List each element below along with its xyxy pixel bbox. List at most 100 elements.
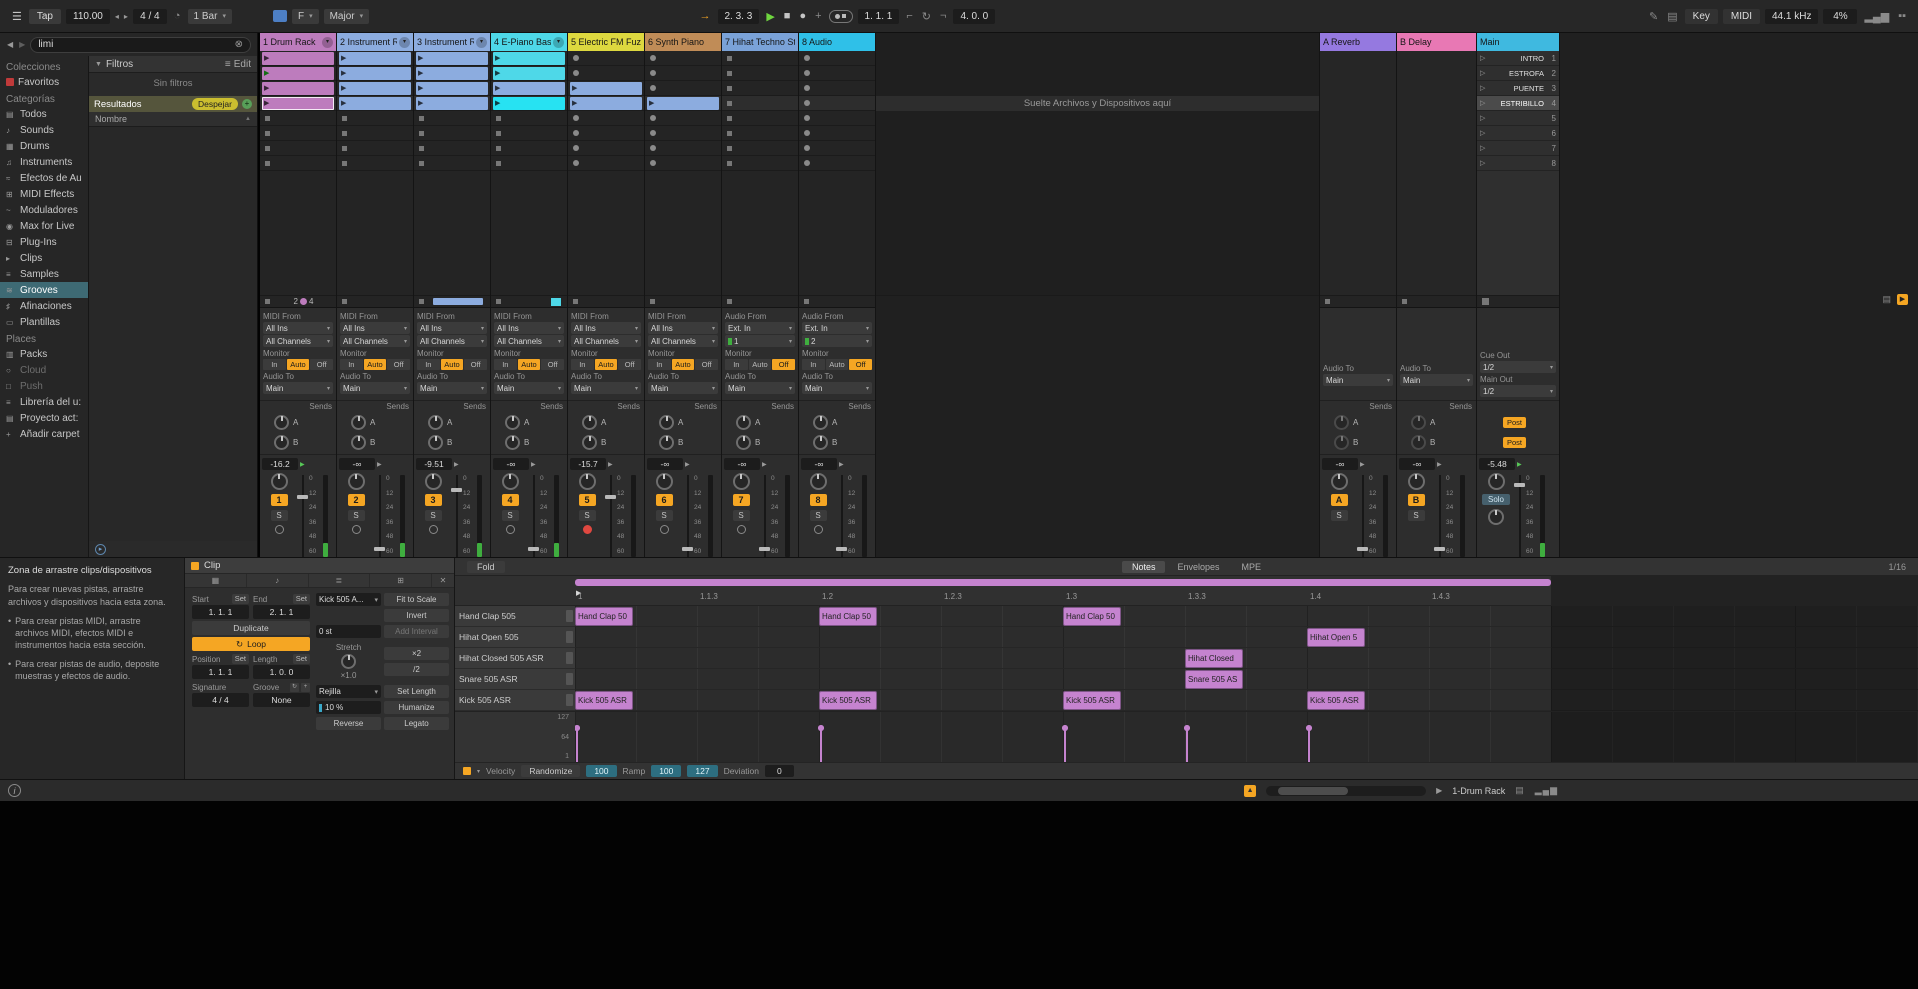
solo-button[interactable]: S	[810, 510, 827, 521]
volume-fader[interactable]	[1356, 473, 1369, 557]
name-column-header[interactable]: Nombre ▲	[89, 112, 257, 127]
clip-stop-button[interactable]	[419, 299, 424, 304]
humanize-button[interactable]: Humanize	[384, 701, 449, 714]
volume-display[interactable]: -∞	[1322, 458, 1358, 470]
monitor-off-button[interactable]: Off	[618, 359, 641, 370]
clip-slot[interactable]: ▶	[568, 81, 644, 96]
volume-fader[interactable]	[450, 473, 463, 557]
clip-slot[interactable]	[568, 126, 644, 141]
solo-button[interactable]: S	[502, 510, 519, 521]
monitor-in-button[interactable]: In	[571, 359, 594, 370]
arm-button[interactable]	[429, 525, 438, 534]
tab-notes[interactable]: Notes	[1122, 561, 1166, 573]
clip-slot[interactable]	[491, 141, 567, 156]
clip-launch-icon[interactable]: ▶	[495, 100, 500, 107]
io-channel-select[interactable]: All Channels▾	[648, 335, 718, 347]
monitor-in-button[interactable]: In	[417, 359, 440, 370]
io-output-select[interactable]: Main▾	[494, 382, 564, 394]
io-output-select[interactable]: Main▾	[802, 382, 872, 394]
ruler-timeline[interactable]: ▶ 11.1.31.21.2.31.31.3.31.41.4.3	[575, 576, 1918, 605]
clear-search-icon[interactable]: ⊗	[235, 39, 243, 50]
send-knob-b[interactable]	[736, 435, 751, 450]
midi-note[interactable]: Hihat Closed	[1185, 649, 1243, 668]
pan-knob[interactable]	[425, 473, 442, 490]
volume-display[interactable]: -9.51	[416, 458, 452, 470]
quantize-menu[interactable]: 1 Bar ▾	[188, 9, 232, 24]
scene-launch-icon[interactable]: ▷	[1480, 144, 1485, 152]
fader-handle[interactable]	[1357, 547, 1368, 551]
midi-note[interactable]: Snare 505 AS	[1185, 670, 1243, 689]
midi-note[interactable]: Kick 505 ASR	[575, 691, 633, 710]
midi-note[interactable]: Hand Clap 50	[1063, 607, 1121, 626]
scale-root-select[interactable]: F ▾	[292, 9, 319, 24]
monitor-auto-button[interactable]: Auto	[441, 359, 464, 370]
follow-icon[interactable]: →	[698, 10, 713, 22]
track-chevron-icon[interactable]: ▾	[476, 37, 487, 48]
fader-handle[interactable]	[374, 547, 385, 551]
send-knob-a[interactable]	[428, 415, 443, 430]
io-input-select[interactable]: All Ins▾	[494, 322, 564, 334]
slot-record-button[interactable]	[573, 70, 579, 76]
volume-fader[interactable]	[835, 473, 848, 557]
monitor-off-button[interactable]: Off	[464, 359, 487, 370]
io-input-select[interactable]: All Ins▾	[648, 322, 718, 334]
arrangement-position-display[interactable]: 2. 3. 3	[718, 9, 760, 24]
slot-record-button[interactable]	[804, 70, 810, 76]
slot-stop-button[interactable]	[265, 116, 270, 121]
io-output-select[interactable]: Main▾	[648, 382, 718, 394]
pan-knob[interactable]	[1331, 473, 1348, 490]
monitor-in-button[interactable]: In	[648, 359, 671, 370]
clip-slot[interactable]	[645, 51, 721, 66]
time-signature-display[interactable]: 4 / 4	[133, 9, 167, 24]
track-header[interactable]: 8 Audio	[799, 33, 875, 51]
clip-slot[interactable]	[645, 126, 721, 141]
pitch-select[interactable]: Kick 505 A...▾	[316, 593, 381, 606]
session-clip[interactable]: ▶	[493, 52, 565, 65]
slot-stop-button[interactable]	[727, 116, 732, 121]
clip-launch-icon[interactable]: ▶	[341, 100, 346, 107]
drum-row-label[interactable]: Hand Clap 505	[455, 606, 575, 627]
clip-slot[interactable]: ▶	[491, 96, 567, 111]
drop-zone[interactable]: Suelte Archivos y Dispositivos aquí	[876, 33, 1320, 557]
pan-knob[interactable]	[348, 473, 365, 490]
io-channel-select[interactable]: All Channels▾	[417, 335, 487, 347]
send-knob-b[interactable]	[813, 435, 828, 450]
sort-icon[interactable]: ▲	[245, 116, 251, 122]
clip-slot[interactable]	[568, 51, 644, 66]
velocity-stem[interactable]	[820, 729, 822, 762]
place-item[interactable]: ≡Librería del u:	[0, 394, 88, 410]
results-row[interactable]: Resultados Despejar +	[89, 96, 257, 112]
clip-start-field[interactable]: 1. 1. 1	[192, 605, 249, 619]
arm-button[interactable]	[737, 525, 746, 534]
clip-launch-icon[interactable]: ▶	[572, 85, 577, 92]
category-item[interactable]: ≡Samples	[0, 266, 88, 282]
clip-launch-icon[interactable]: ▶	[572, 100, 577, 107]
slot-record-button[interactable]	[650, 55, 656, 61]
clip-slot[interactable]	[568, 66, 644, 81]
clip-stop-button[interactable]	[1325, 299, 1330, 304]
main-track-header[interactable]: Main	[1477, 33, 1559, 51]
track-chevron-icon[interactable]: ▾	[399, 37, 410, 48]
slot-stop-button[interactable]	[419, 161, 424, 166]
clip-launch-icon[interactable]: ▶	[264, 100, 269, 107]
volume-display[interactable]: -∞	[724, 458, 760, 470]
volume-display[interactable]: -∞	[1399, 458, 1435, 470]
clip-slot[interactable]	[337, 141, 413, 156]
slot-record-button[interactable]	[804, 55, 810, 61]
monitor-auto-button[interactable]: Auto	[672, 359, 695, 370]
solo-button[interactable]: S	[1408, 510, 1425, 521]
category-item[interactable]: ▤Todos	[0, 106, 88, 122]
send-knob-a[interactable]	[505, 415, 520, 430]
slot-stop-button[interactable]	[265, 161, 270, 166]
slot-record-button[interactable]	[804, 115, 810, 121]
volume-fader[interactable]	[681, 473, 694, 557]
slot-stop-button[interactable]	[265, 131, 270, 136]
duplicate-button[interactable]: Duplicate	[192, 621, 310, 635]
io-input-select[interactable]: Ext. In▾	[802, 322, 872, 334]
monitor-auto-button[interactable]: Auto	[826, 359, 849, 370]
clip-launch-icon[interactable]: ▶	[341, 55, 346, 62]
track-activator-button[interactable]: 7	[733, 494, 750, 506]
category-item[interactable]: ♫Instruments	[0, 154, 88, 170]
scene-launch-icon[interactable]: ▷	[1480, 54, 1485, 62]
track-header[interactable]: 6 Synth Piano	[645, 33, 721, 51]
